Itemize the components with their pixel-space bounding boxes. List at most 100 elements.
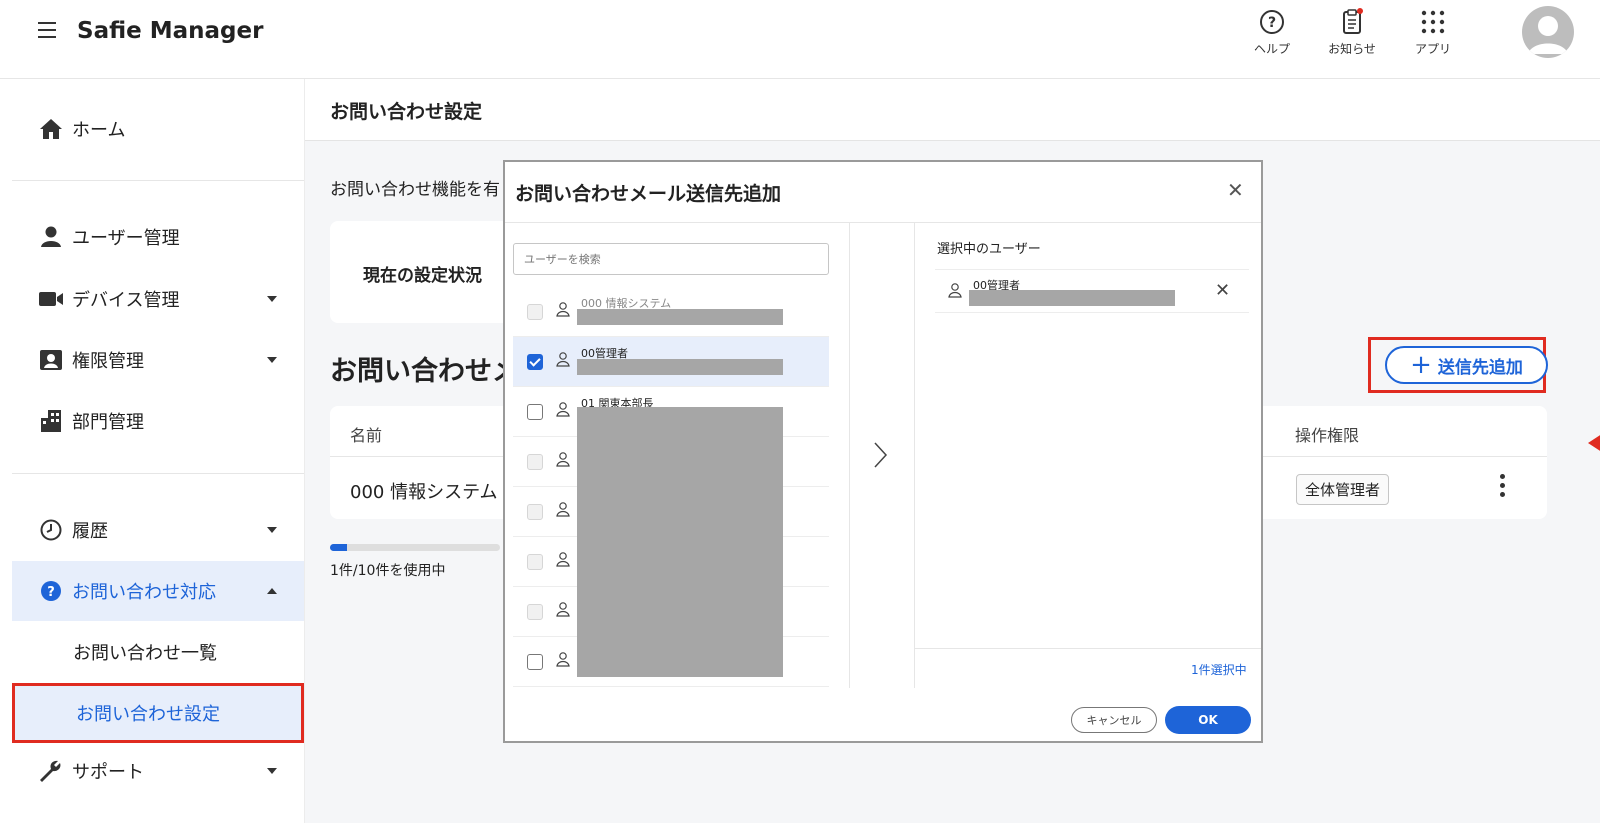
sidebar-item-label: 履歴 (72, 521, 108, 542)
help-label: ヘルプ (1253, 42, 1290, 56)
sidebar-item-label: ホーム (72, 120, 126, 141)
page-description: お問い合わせ機能を有 (330, 180, 500, 200)
sidebar-item-label: お問い合わせ設定 (76, 704, 220, 725)
chevron-down-icon (267, 296, 277, 302)
apps-label: アプリ (1414, 42, 1451, 56)
sidebar-item-support[interactable]: サポート (12, 741, 304, 801)
app-title: Safie Manager (77, 18, 264, 44)
sidebar-subitem-inquiry-settings[interactable]: お問い合わせ設定 (12, 683, 304, 743)
user-list-item[interactable]: 000 情報システム (513, 287, 829, 337)
transfer-pane (849, 223, 915, 688)
apps-button[interactable]: アプリ (1403, 6, 1463, 57)
checkbox[interactable] (527, 504, 543, 520)
sidebar-item-inquiry[interactable]: ? お問い合わせ対応 (12, 561, 304, 621)
redacted-block (969, 290, 1175, 306)
sidebar-item-label: お問い合わせ対応 (72, 582, 216, 603)
sidebar-item-label: 部門管理 (72, 412, 144, 433)
sidebar-item-label: サポート (72, 762, 144, 783)
building-icon (38, 409, 64, 433)
user-search-input[interactable] (513, 243, 829, 275)
redacted-block (577, 359, 783, 375)
id-card-icon (38, 348, 64, 372)
permission-badge: 全体管理者 (1296, 474, 1390, 505)
sidebar-subitem-inquiry-list[interactable]: お問い合わせ一覧 (12, 622, 304, 682)
checkbox[interactable] (527, 604, 543, 620)
sidebar-item-label: お問い合わせ一覧 (73, 643, 217, 664)
menu-icon[interactable] (38, 22, 56, 38)
column-header-permission: 操作権限 (1295, 426, 1360, 445)
close-icon[interactable]: ✕ (1227, 178, 1244, 202)
checkbox[interactable] (527, 304, 543, 320)
pane-divider (915, 648, 1261, 649)
add-recipient-label: 送信先追加 (1437, 357, 1523, 378)
person-icon (556, 302, 570, 317)
svg-text:?: ? (1268, 15, 1276, 31)
chevron-up-icon (267, 588, 277, 594)
sidebar-item-history[interactable]: 履歴 (12, 500, 304, 560)
ok-button[interactable]: OK (1165, 706, 1251, 734)
sidebar-item-departments[interactable]: 部門管理 (12, 391, 304, 451)
checkbox[interactable] (527, 404, 543, 420)
selected-count: 1件選択中 (1191, 663, 1247, 677)
news-button[interactable]: お知らせ (1322, 6, 1382, 57)
usage-text: 1件/10件を使用中 (330, 563, 446, 579)
chevron-down-icon (267, 357, 277, 363)
checkbox[interactable] (527, 654, 543, 670)
camera-icon (38, 287, 64, 311)
wrench-icon (38, 759, 64, 783)
person-icon (556, 602, 570, 617)
person-icon (948, 283, 962, 298)
chevron-down-icon (267, 768, 277, 774)
selected-users-pane: 選択中のユーザー 00管理者 ✕ 1件選択中 (915, 223, 1261, 688)
help-icon: ? (1242, 6, 1302, 38)
checkbox[interactable] (527, 554, 543, 570)
column-header-name: 名前 (350, 426, 383, 445)
sidebar-item-label: ユーザー管理 (72, 228, 180, 249)
sidebar-item-home[interactable]: ホーム (12, 99, 304, 159)
top-header: Safie Manager ? ヘルプ お知らせ アプリ (0, 0, 1600, 79)
usage-progress-fill (330, 544, 347, 551)
news-label: お知らせ (1328, 42, 1376, 56)
arrow-left-icon (1588, 435, 1600, 451)
person-icon (556, 502, 570, 517)
user-list-pane: 000 情報システム 00管理者 01 関東本部長 (505, 223, 849, 688)
person-icon (556, 352, 570, 367)
sidebar: ホーム ユーザー管理 デバイス管理 権限管理 部門管理 履歴 ? お問い合わせ対… (0, 79, 305, 823)
selected-user-item: 00管理者 ✕ (935, 269, 1249, 313)
add-recipient-button[interactable]: + 送信先追加 (1385, 346, 1548, 384)
redacted-block (577, 309, 783, 325)
avatar[interactable] (1522, 6, 1574, 58)
plus-icon: + (1410, 350, 1432, 380)
user-list-item[interactable]: 00管理者 (513, 337, 829, 387)
sidebar-item-label: デバイス管理 (72, 290, 180, 311)
clock-icon (38, 518, 64, 542)
person-icon (556, 402, 570, 417)
highlight-frame: + 送信先追加 (1368, 337, 1548, 393)
cancel-button[interactable]: キャンセル (1071, 707, 1157, 733)
page-header: お問い合わせ設定 (305, 79, 1600, 141)
sidebar-item-devices[interactable]: デバイス管理 (12, 269, 304, 329)
more-options-icon[interactable] (1500, 474, 1506, 501)
add-recipient-dialog: お問い合わせメール送信先追加 ✕ 000 情報システム 00管理者 01 関東本… (503, 160, 1263, 743)
grid-icon (1403, 6, 1463, 38)
svg-text:?: ? (47, 585, 55, 600)
dialog-title: お問い合わせメール送信先追加 (515, 183, 782, 205)
home-icon (38, 117, 64, 141)
checkbox[interactable] (527, 454, 543, 470)
chevron-right-icon[interactable] (872, 441, 888, 469)
person-icon (556, 552, 570, 567)
redacted-block (577, 407, 783, 677)
clipboard-icon (1322, 6, 1382, 38)
sidebar-item-users[interactable]: ユーザー管理 (12, 207, 304, 267)
remove-icon[interactable]: ✕ (1215, 280, 1230, 301)
sidebar-divider (12, 180, 304, 181)
sidebar-item-permissions[interactable]: 権限管理 (12, 330, 304, 390)
user-icon (38, 225, 64, 249)
chevron-down-icon (267, 527, 277, 533)
checkbox[interactable] (527, 354, 543, 370)
usage-progress-bar (330, 544, 500, 551)
status-label: 現在の設定状況 (363, 266, 482, 286)
page-title: お問い合わせ設定 (330, 101, 483, 123)
help-button[interactable]: ? ヘルプ (1242, 6, 1302, 57)
question-icon: ? (38, 579, 64, 603)
